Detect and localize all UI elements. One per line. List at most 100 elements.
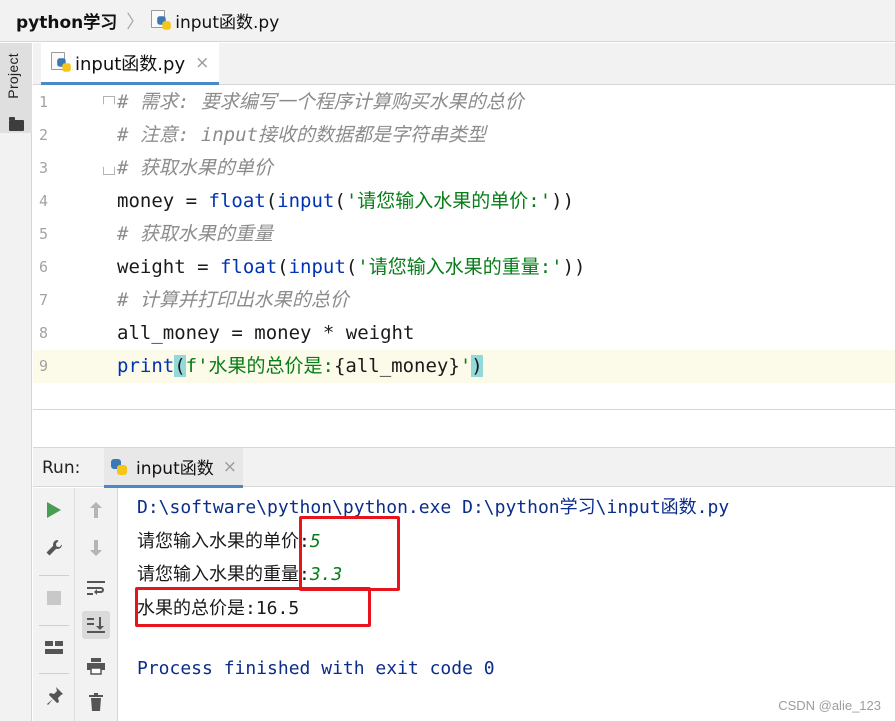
arrow-down-icon bbox=[90, 540, 102, 556]
layout-icon bbox=[45, 641, 63, 654]
breadcrumb-project[interactable]: python学习 bbox=[16, 8, 117, 33]
console-prompt: 请您输入水果的单价: bbox=[137, 531, 310, 552]
code-comment: # 需求: 要求编写一个程序计算购买水果的总价 bbox=[117, 91, 524, 113]
code-text: weight = float(input('请您输入水果的重量:')) bbox=[117, 251, 585, 284]
line-number: 6 bbox=[39, 258, 49, 276]
fold-start-icon[interactable] bbox=[103, 96, 115, 109]
scroll-to-end-icon bbox=[87, 617, 105, 633]
line-number: 8 bbox=[39, 324, 49, 342]
run-tab-label: input函数 bbox=[136, 459, 214, 479]
string-token: '请您输入水果的单价:' bbox=[345, 190, 552, 212]
matched-paren: ) bbox=[471, 355, 483, 377]
clear-console-button[interactable] bbox=[82, 688, 110, 716]
builtin-token: input bbox=[277, 190, 335, 212]
python-icon bbox=[110, 458, 128, 476]
trash-icon bbox=[89, 693, 103, 711]
builtin-token: float bbox=[208, 190, 266, 212]
scroll-up-button[interactable] bbox=[82, 496, 110, 524]
close-icon[interactable]: × bbox=[223, 457, 237, 477]
line-number: 7 bbox=[39, 291, 49, 309]
line-number: 1 bbox=[39, 93, 49, 111]
editor-tab-input-py[interactable]: input函数.py × bbox=[41, 43, 220, 85]
code-comment: # 计算并打印出水果的总价 bbox=[117, 289, 349, 311]
string-token: ' bbox=[459, 355, 472, 377]
close-icon[interactable]: × bbox=[195, 53, 209, 73]
run-panel-header: Run: input函数 × bbox=[33, 447, 895, 488]
code-text: all_money = money * weight bbox=[117, 322, 415, 344]
run-label: Run: bbox=[42, 458, 81, 478]
line-number: 4 bbox=[39, 192, 49, 210]
left-tool-strip: Project bbox=[0, 43, 32, 721]
code-text: money = float(input('请您输入水果的单价:')) bbox=[117, 185, 574, 218]
editor-tab-bar: input函数.py × bbox=[33, 43, 895, 85]
code-token: weight = bbox=[117, 256, 220, 278]
builtin-token: input bbox=[288, 256, 346, 278]
play-icon bbox=[47, 502, 61, 518]
code-token: money = bbox=[117, 190, 209, 212]
soft-wrap-icon bbox=[87, 581, 105, 595]
code-token: )) bbox=[551, 190, 575, 212]
code-line: 7 # 计算并打印出水果的总价 bbox=[33, 284, 895, 317]
run-toolbar-primary bbox=[33, 488, 75, 721]
fstring-expression: {all_money} bbox=[333, 355, 460, 377]
string-token: '请您输入水果的重量:' bbox=[357, 256, 563, 278]
code-token: )) bbox=[562, 256, 586, 278]
code-line: 3 # 获取水果的单价 bbox=[33, 152, 895, 185]
code-line: 8 all_money = money * weight bbox=[33, 317, 895, 350]
matched-paren: ( bbox=[174, 355, 186, 377]
code-comment: # 注意: input接收的数据都是字符串类型 bbox=[117, 124, 486, 146]
annotation-box-inputs bbox=[299, 516, 400, 591]
stop-button[interactable] bbox=[40, 584, 68, 612]
scroll-down-button[interactable] bbox=[82, 534, 110, 562]
toolbar-divider bbox=[39, 625, 69, 626]
string-token: f'水果的总价是: bbox=[185, 355, 334, 377]
console-command: D:\software\python\python.exe D:\python学… bbox=[137, 497, 730, 518]
code-token: ( bbox=[277, 256, 289, 278]
python-file-icon bbox=[151, 10, 172, 31]
code-token: ( bbox=[345, 256, 358, 278]
code-line: 1 # 需求: 要求编写一个程序计算购买水果的总价 bbox=[33, 86, 895, 119]
edit-configuration-button[interactable] bbox=[40, 534, 68, 562]
pin-tab-button[interactable] bbox=[40, 682, 68, 710]
console-exit-message: Process finished with exit code 0 bbox=[137, 658, 495, 679]
navigation-bar: python学习 〉 input函数.py bbox=[0, 0, 895, 42]
code-token: ( bbox=[334, 190, 346, 212]
line-number: 3 bbox=[39, 159, 49, 177]
editor-tab-label: input函数.py bbox=[75, 53, 186, 75]
scroll-to-end-button[interactable] bbox=[82, 611, 110, 639]
console-prompt: 请您输入水果的重量: bbox=[137, 564, 310, 585]
breadcrumb-separator: 〉 bbox=[126, 11, 145, 33]
code-line: 4 money = float(input('请您输入水果的单价:')) bbox=[33, 185, 895, 218]
line-number: 5 bbox=[39, 225, 49, 243]
printer-icon bbox=[87, 658, 105, 675]
print-button[interactable] bbox=[82, 652, 110, 680]
run-toolbar-secondary bbox=[75, 488, 118, 721]
code-line: 6 weight = float(input('请您输入水果的重量:')) bbox=[33, 251, 895, 284]
code-comment: # 获取水果的重量 bbox=[117, 223, 273, 245]
code-text: print(f'水果的总价是:{all_money}') bbox=[117, 350, 483, 383]
toolbar-divider bbox=[39, 575, 69, 576]
rerun-button[interactable] bbox=[40, 496, 68, 524]
project-tool-tab[interactable]: Project bbox=[0, 43, 32, 133]
wrench-icon bbox=[46, 540, 62, 556]
python-file-icon bbox=[51, 52, 71, 73]
fold-end-icon[interactable] bbox=[103, 162, 115, 175]
layout-button[interactable] bbox=[40, 634, 68, 662]
breadcrumb-file[interactable]: input函数.py bbox=[175, 8, 279, 33]
code-line: 5 # 获取水果的重量 bbox=[33, 218, 895, 251]
arrow-up-icon bbox=[90, 502, 102, 518]
annotation-box-result bbox=[135, 587, 371, 627]
watermark: CSDN @alie_123 bbox=[778, 698, 881, 713]
code-line: 2 # 注意: input接收的数据都是字符串类型 bbox=[33, 119, 895, 152]
console-line: 请您输入水果的单价:5 bbox=[137, 527, 321, 553]
run-tab-input[interactable]: input函数 × bbox=[104, 448, 243, 488]
project-tab-label: Project bbox=[5, 53, 21, 99]
code-token: ( bbox=[265, 190, 278, 212]
soft-wrap-button[interactable] bbox=[82, 574, 110, 602]
code-editor[interactable]: 1 # 需求: 要求编写一个程序计算购买水果的总价 2 # 注意: input接… bbox=[33, 86, 895, 410]
code-comment: # 获取水果的单价 bbox=[117, 157, 273, 179]
builtin-token: float bbox=[219, 256, 278, 278]
toolbar-divider bbox=[39, 673, 69, 674]
line-number: 9 bbox=[39, 357, 49, 375]
folder-icon bbox=[9, 117, 24, 131]
